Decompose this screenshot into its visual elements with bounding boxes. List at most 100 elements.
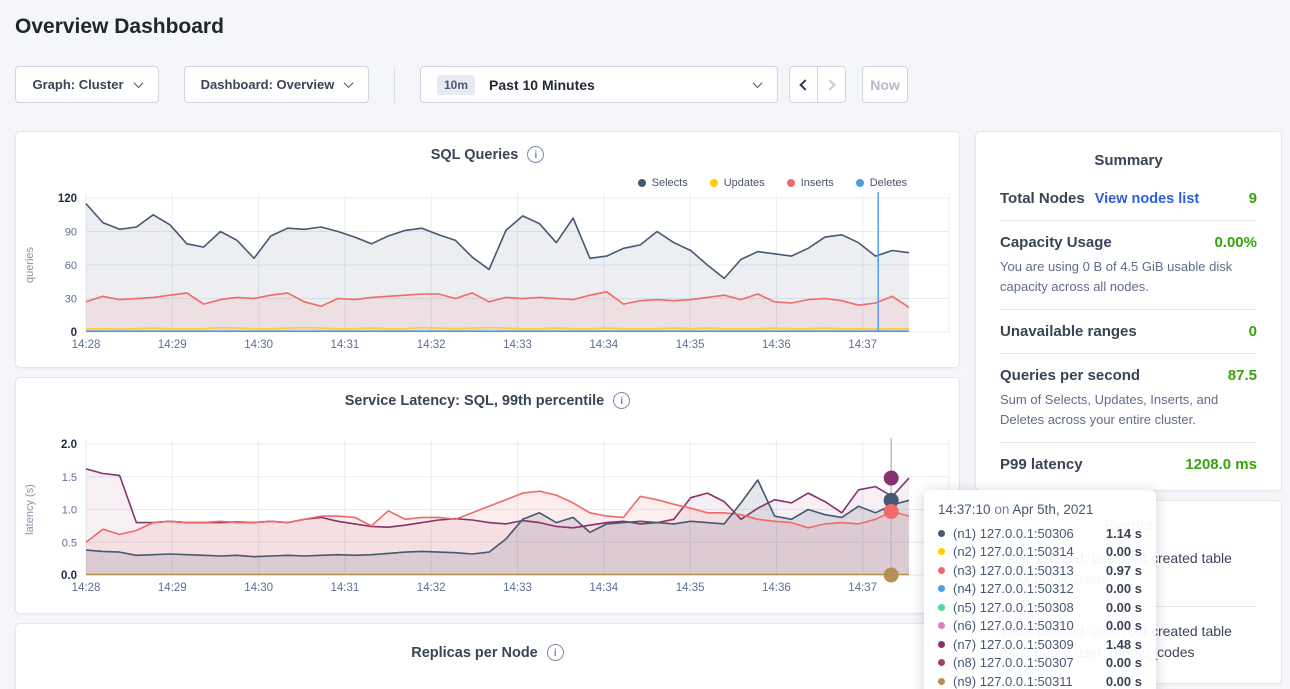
time-forward-button[interactable] — [817, 67, 845, 102]
node-latency-value: 1.14 s — [1106, 526, 1142, 541]
summary-row: P99 latency 1208.0 ms — [1000, 443, 1257, 486]
node-color-dot-icon — [938, 585, 945, 592]
sql-queries-plot[interactable]: 030609012014:2814:2914:3014:3114:3214:33… — [16, 132, 961, 369]
svg-text:0.0: 0.0 — [61, 570, 77, 582]
svg-text:14:29: 14:29 — [158, 582, 187, 594]
svg-text:30: 30 — [65, 294, 77, 306]
view-nodes-list-link[interactable]: View nodes list — [1095, 191, 1200, 207]
info-icon[interactable]: i — [547, 644, 564, 661]
svg-text:14:37: 14:37 — [848, 582, 877, 594]
svg-text:14:28: 14:28 — [72, 582, 101, 594]
svg-text:latency (s): latency (s) — [24, 484, 36, 535]
chevron-left-icon — [799, 79, 810, 90]
node-address: (n8) 127.0.0.1:50307 — [953, 655, 1074, 670]
tooltip-node-row: (n8) 127.0.0.1:50307 0.00 s — [938, 654, 1142, 673]
tooltip-node-row: (n9) 127.0.0.1:503110.00 s — [938, 672, 1142, 689]
time-range-label: Past 10 Minutes — [489, 77, 595, 93]
summary-row: Unavailable ranges 0 — [1000, 310, 1257, 354]
tooltip-node-row: (n6) 127.0.0.1:50310 0.00 s — [938, 617, 1142, 636]
svg-text:14:37: 14:37 — [848, 339, 877, 351]
node-latency-value: 0.00 s — [1106, 618, 1142, 633]
node-color-dot-icon — [938, 548, 945, 555]
summary-row-label: Capacity Usage — [1000, 234, 1112, 251]
node-color-dot-icon — [938, 604, 945, 611]
summary-row-label: P99 latency — [1000, 456, 1083, 473]
summary-row-value: 0 — [1249, 323, 1257, 340]
summary-row: Queries per second 87.5 Sum of Selects, Up… — [1000, 354, 1257, 443]
svg-text:1.5: 1.5 — [62, 472, 77, 484]
charts-column: SQL Queries i SelectsUpdatesInsertsDelet… — [15, 131, 960, 689]
svg-text:14:32: 14:32 — [417, 582, 446, 594]
svg-text:90: 90 — [65, 227, 77, 239]
summary-row-description: You are using 0 B of 4.5 GiB usable disk… — [1000, 257, 1257, 296]
tooltip-node-row: (n1) 127.0.0.1:50306 1.14 s — [938, 524, 1142, 543]
svg-text:14:28: 14:28 — [72, 339, 101, 351]
summary-row-value: 1208.0 ms — [1185, 456, 1257, 473]
node-latency-value: 0.00 s — [1106, 581, 1142, 596]
dashboard-selector-label: Dashboard: Overview — [201, 77, 335, 92]
svg-text:14:31: 14:31 — [331, 582, 360, 594]
node-color-dot-icon — [938, 678, 945, 685]
service-latency-chart-card: Service Latency: SQL, 99th percentile i … — [15, 377, 960, 614]
chevron-down-icon — [133, 78, 143, 88]
info-icon[interactable]: i — [613, 392, 630, 409]
node-address: (n4) 127.0.0.1:50312 — [953, 581, 1074, 596]
time-back-button[interactable] — [790, 67, 817, 102]
svg-text:14:33: 14:33 — [503, 339, 532, 351]
legend-dot-icon — [787, 179, 795, 187]
summary-row-description: Sum of Selects, Updates, Inserts, and De… — [1000, 390, 1257, 429]
node-latency-value: 0.00 s — [1106, 674, 1142, 689]
node-latency-value: 0.00 s — [1106, 655, 1142, 670]
tooltip-node-row: (n4) 127.0.0.1:50312 0.00 s — [938, 580, 1142, 599]
svg-text:0.5: 0.5 — [62, 537, 77, 549]
page-title: Overview Dashboard — [15, 15, 1290, 39]
time-step-buttons — [789, 66, 846, 103]
node-address: (n1) 127.0.0.1:50306 — [953, 526, 1074, 541]
node-address: (n6) 127.0.0.1:50310 — [953, 618, 1074, 633]
node-color-dot-icon — [938, 641, 945, 648]
svg-text:0: 0 — [71, 327, 77, 339]
svg-text:14:29: 14:29 — [158, 339, 187, 351]
tooltip-node-row: (n2) 127.0.0.1:50314 0.00 s — [938, 543, 1142, 562]
summary-row-label: Total Nodes — [1000, 190, 1085, 207]
legend-item: Updates — [710, 177, 765, 189]
controls-divider — [394, 66, 395, 103]
svg-text:14:33: 14:33 — [503, 582, 532, 594]
svg-text:2.0: 2.0 — [61, 439, 77, 451]
node-latency-value: 0.00 s — [1106, 600, 1142, 615]
node-color-dot-icon — [938, 530, 945, 537]
now-button[interactable]: Now — [862, 66, 908, 103]
service-latency-plot[interactable]: 0.00.51.01.52.014:2814:2914:3014:3114:32… — [16, 378, 961, 615]
svg-text:60: 60 — [65, 260, 77, 272]
tooltip-timestamp: 14:37:10 on Apr 5th, 2021 — [938, 502, 1142, 517]
svg-text:14:30: 14:30 — [244, 582, 273, 594]
chart-hover-tooltip: 14:37:10 on Apr 5th, 2021 (n1) 127.0.0.1… — [924, 490, 1156, 689]
svg-text:14:35: 14:35 — [676, 339, 705, 351]
summary-row-label: Queries per second — [1000, 367, 1140, 384]
legend-dot-icon — [710, 179, 718, 187]
time-range-dropdown[interactable]: 10m Past 10 Minutes — [420, 66, 778, 103]
graph-selector-dropdown[interactable]: Graph: Cluster — [15, 66, 159, 103]
info-icon[interactable]: i — [527, 146, 544, 163]
svg-text:14:36: 14:36 — [762, 339, 791, 351]
svg-text:14:30: 14:30 — [244, 339, 273, 351]
time-range-badge: 10m — [437, 75, 475, 95]
legend-item: Inserts — [787, 177, 834, 189]
summary-row-value: 87.5 — [1228, 367, 1257, 384]
node-latency-value: 0.00 s — [1106, 544, 1142, 559]
summary-row: Total NodesView nodes list9 — [1000, 177, 1257, 221]
chart-title: Replicas per Node — [411, 645, 538, 661]
node-address: (n7) 127.0.0.1:50309 — [953, 637, 1074, 652]
tooltip-node-row: (n3) 127.0.0.1:503130.97 s — [938, 561, 1142, 580]
node-address: (n5) 127.0.0.1:50308 — [953, 600, 1074, 615]
dashboard-selector-dropdown[interactable]: Dashboard: Overview — [184, 66, 369, 103]
summary-row-label: Unavailable ranges — [1000, 323, 1137, 340]
svg-text:queries: queries — [24, 246, 36, 283]
svg-text:14:34: 14:34 — [589, 339, 618, 351]
svg-text:14:34: 14:34 — [589, 582, 618, 594]
node-address: (n2) 127.0.0.1:50314 — [953, 544, 1074, 559]
legend-item: Deletes — [856, 177, 907, 189]
legend-dot-icon — [638, 179, 646, 187]
svg-text:14:35: 14:35 — [676, 582, 705, 594]
node-color-dot-icon — [938, 659, 945, 666]
